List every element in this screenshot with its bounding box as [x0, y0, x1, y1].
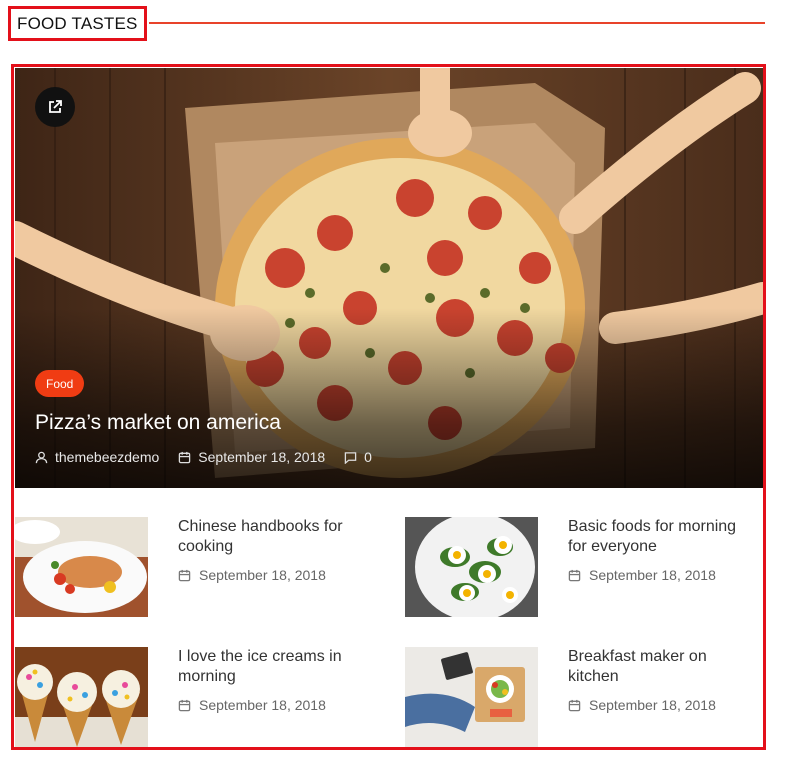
- section-title: FOOD TASTES: [8, 6, 147, 41]
- featured-post[interactable]: Food Pizza’s market on america themebeez…: [15, 68, 763, 488]
- post-date[interactable]: September 18, 2018: [589, 567, 716, 583]
- post-date-meta[interactable]: September 18, 2018: [178, 697, 326, 713]
- post-card: I love the ice creams in morning Septemb…: [15, 647, 385, 747]
- post-thumbnail[interactable]: [15, 517, 148, 617]
- comment-icon: [344, 451, 357, 464]
- post-thumbnail[interactable]: [405, 517, 538, 617]
- featured-post-meta: themebeezdemo September 18, 2018 0: [35, 449, 391, 465]
- calendar-icon: [568, 699, 581, 711]
- calendar-icon: [178, 699, 191, 711]
- post-card: Basic foods for morning for everyone Sep…: [405, 517, 763, 617]
- featured-post-title[interactable]: Pizza’s market on america: [35, 411, 281, 435]
- category-badge[interactable]: Food: [35, 370, 85, 397]
- post-card: Chinese handbooks for cooking September …: [15, 517, 385, 617]
- post-date-meta[interactable]: September 18, 2018: [568, 567, 716, 583]
- post-title[interactable]: Breakfast maker on kitchen: [568, 647, 753, 687]
- date-meta[interactable]: September 18, 2018: [178, 449, 325, 465]
- post-date-meta[interactable]: September 18, 2018: [178, 567, 326, 583]
- section-header: FOOD TASTES: [8, 6, 765, 42]
- post-title[interactable]: Basic foods for morning for everyone: [568, 517, 753, 557]
- post-date[interactable]: September 18, 2018: [198, 449, 325, 465]
- comments-meta[interactable]: 0: [344, 449, 372, 465]
- calendar-icon: [178, 569, 191, 581]
- comment-count[interactable]: 0: [364, 449, 372, 465]
- post-date[interactable]: September 18, 2018: [589, 697, 716, 713]
- author-name[interactable]: themebeezdemo: [55, 449, 159, 465]
- post-date[interactable]: September 18, 2018: [199, 567, 326, 583]
- user-icon: [35, 451, 48, 463]
- posts-panel: Food Pizza’s market on america themebeez…: [11, 64, 766, 750]
- section-divider: [149, 22, 765, 24]
- post-title[interactable]: Chinese handbooks for cooking: [178, 517, 363, 557]
- post-title[interactable]: I love the ice creams in morning: [178, 647, 363, 687]
- post-date-meta[interactable]: September 18, 2018: [568, 697, 716, 713]
- calendar-icon: [568, 569, 581, 581]
- calendar-icon: [179, 451, 191, 463]
- author-meta[interactable]: themebeezdemo: [35, 449, 159, 465]
- post-thumbnail[interactable]: [405, 647, 538, 747]
- post-date[interactable]: September 18, 2018: [199, 697, 326, 713]
- external-link-icon: [49, 100, 62, 113]
- external-link-button[interactable]: [35, 87, 75, 127]
- post-thumbnail[interactable]: [15, 647, 148, 747]
- post-card: Breakfast maker on kitchen September 18,…: [405, 647, 763, 747]
